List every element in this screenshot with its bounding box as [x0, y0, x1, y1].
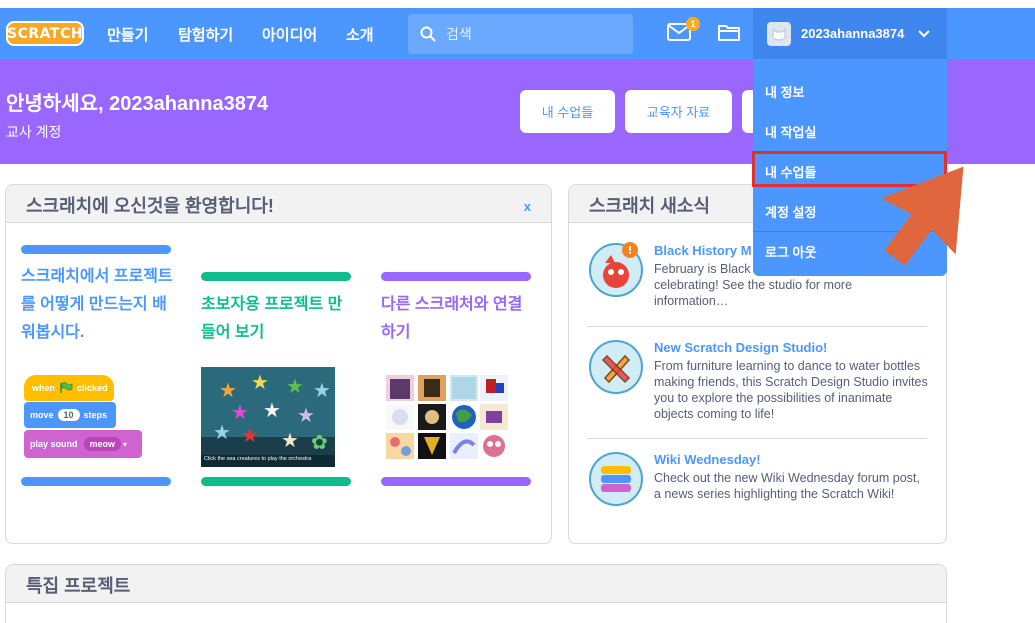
steps-value: 10 — [57, 409, 80, 421]
svg-text:★: ★ — [281, 428, 299, 452]
news-icon-wiki — [589, 452, 643, 506]
news-panel-title: 스크래치 새소식 — [589, 196, 710, 216]
svg-text:★: ★ — [313, 378, 331, 402]
column-bar-bottom — [201, 477, 351, 486]
svg-text:★: ★ — [219, 378, 237, 402]
nav-about[interactable]: 소개 — [346, 24, 374, 45]
svg-text:★: ★ — [241, 423, 259, 447]
svg-text:!: ! — [627, 244, 632, 257]
featured-panel-header: 특집 프로젝트 — [6, 565, 946, 603]
menu-item-account-settings[interactable]: 계정 설정 — [765, 202, 816, 221]
nav-explore[interactable]: 탐험하기 — [178, 24, 233, 45]
pointer-arrow-icon — [881, 166, 964, 266]
when-block-label: when — [32, 383, 56, 393]
search-icon — [420, 26, 436, 42]
stacked-blocks-icon — [601, 466, 631, 492]
news-item[interactable]: Wiki Wednesday! Check out the new Wiki W… — [589, 452, 927, 522]
dropdown-caret-icon: ▾ — [123, 439, 128, 449]
alert-icon: ! — [622, 242, 638, 258]
menu-item-my-stuff[interactable]: 내 작업실 — [765, 122, 816, 141]
my-classes-button[interactable]: 내 수업들 — [520, 90, 615, 133]
project-collage-image — [386, 375, 508, 459]
cat-avatar-icon — [772, 27, 786, 40]
news-icon-paintbrush — [589, 340, 643, 394]
play-sound-block-label: play sound — [30, 439, 78, 449]
news-title[interactable]: New Scratch Design Studio! — [654, 340, 827, 355]
svg-text:★: ★ — [231, 400, 249, 424]
nav-create[interactable]: 만들기 — [107, 24, 148, 45]
educator-resources-button[interactable]: 교육자 자료 — [625, 90, 732, 133]
learn-column-link[interactable]: 스크래치에서 프로젝트를 어떻게 만드는지 배워봅시다. — [21, 263, 181, 347]
svg-text:★: ★ — [286, 374, 304, 398]
green-flag-icon — [60, 382, 73, 393]
welcome-panel: 스크래치에 오신것을 환영합니다! x 스크래치에서 프로젝트를 어떻게 만드는… — [5, 184, 552, 544]
featured-panel-title: 특집 프로젝트 — [26, 576, 131, 596]
search-bar[interactable] — [408, 14, 633, 54]
sea-creatures-thumbnail[interactable]: ★ ★ ★ ★ ★ ★ ★ ★ ★ ★ ✿ Click the sea crea… — [201, 367, 335, 467]
code-blocks-thumbnail[interactable]: when clicked move 10 steps play sound me… — [24, 375, 149, 461]
welcome-panel-header: 스크래치에 오신것을 환영합니다! x — [6, 185, 551, 223]
column-bar-top — [21, 245, 171, 254]
top-nav: SCRATCH 만들기 탐험하기 아이디어 소개 1 2023ahanna387… — [0, 8, 1035, 59]
scratch-logo[interactable]: SCRATCH — [6, 21, 84, 46]
account-role: 교사 계정 — [6, 124, 62, 140]
account-username: 2023ahanna3874 — [801, 26, 905, 41]
divider — [587, 438, 927, 439]
sound-name: meow — [83, 437, 122, 451]
connect-scratchers-link[interactable]: 다른 스크래처와 연결하기 — [381, 291, 531, 347]
menu-item-profile[interactable]: 내 정보 — [765, 82, 805, 101]
thumbnail-caption: Click the sea creatures to play the orch… — [204, 456, 312, 462]
starfish-orchestra-image: ★ ★ ★ ★ ★ ★ ★ ★ ★ ★ ✿ — [201, 367, 335, 467]
my-stuff-folder-icon[interactable] — [717, 22, 741, 42]
svg-text:★: ★ — [263, 398, 281, 422]
starter-projects-link[interactable]: 초보자용 프로젝트 만들어 보기 — [201, 291, 351, 347]
menu-item-sign-out[interactable]: 로그 아웃 — [765, 242, 816, 261]
featured-panel: 특집 프로젝트 — [5, 564, 947, 623]
nav-ideas[interactable]: 아이디어 — [262, 24, 317, 45]
news-body: Check out the new Wiki Wednesday forum p… — [654, 471, 920, 501]
divider — [587, 326, 927, 327]
svg-text:★: ★ — [297, 403, 315, 427]
news-title[interactable]: Black History M — [654, 243, 752, 258]
avatar — [767, 21, 791, 46]
account-menu-toggle[interactable]: 2023ahanna3874 — [753, 8, 947, 59]
paintbrush-pencil-icon — [601, 354, 631, 384]
column-bar-bottom — [381, 477, 531, 486]
svg-text:✿: ✿ — [311, 430, 328, 454]
community-projects-thumbnail[interactable] — [386, 375, 508, 459]
search-input[interactable] — [446, 26, 606, 42]
welcome-panel-title: 스크래치에 오신것을 환영합니다! — [26, 196, 274, 216]
svg-text:★: ★ — [251, 370, 269, 394]
column-bar-top — [381, 272, 531, 281]
news-title[interactable]: Wiki Wednesday! — [654, 452, 761, 467]
greeting-title: 안녕하세요, 2023ahanna3874 — [6, 93, 269, 115]
message-count-badge: 1 — [686, 17, 700, 31]
chevron-down-icon — [918, 29, 931, 37]
clicked-block-label: clicked — [77, 383, 108, 393]
svg-text:★: ★ — [213, 420, 231, 444]
steps-block-label: steps — [83, 410, 108, 420]
column-bar-bottom — [21, 477, 171, 486]
move-block-label: move — [30, 410, 54, 420]
news-item[interactable]: New Scratch Design Studio! From furnitur… — [589, 340, 928, 421]
news-body: From furniture learning to dance to wate… — [654, 359, 928, 421]
column-bar-top — [201, 272, 351, 281]
close-icon[interactable]: x — [524, 199, 531, 214]
